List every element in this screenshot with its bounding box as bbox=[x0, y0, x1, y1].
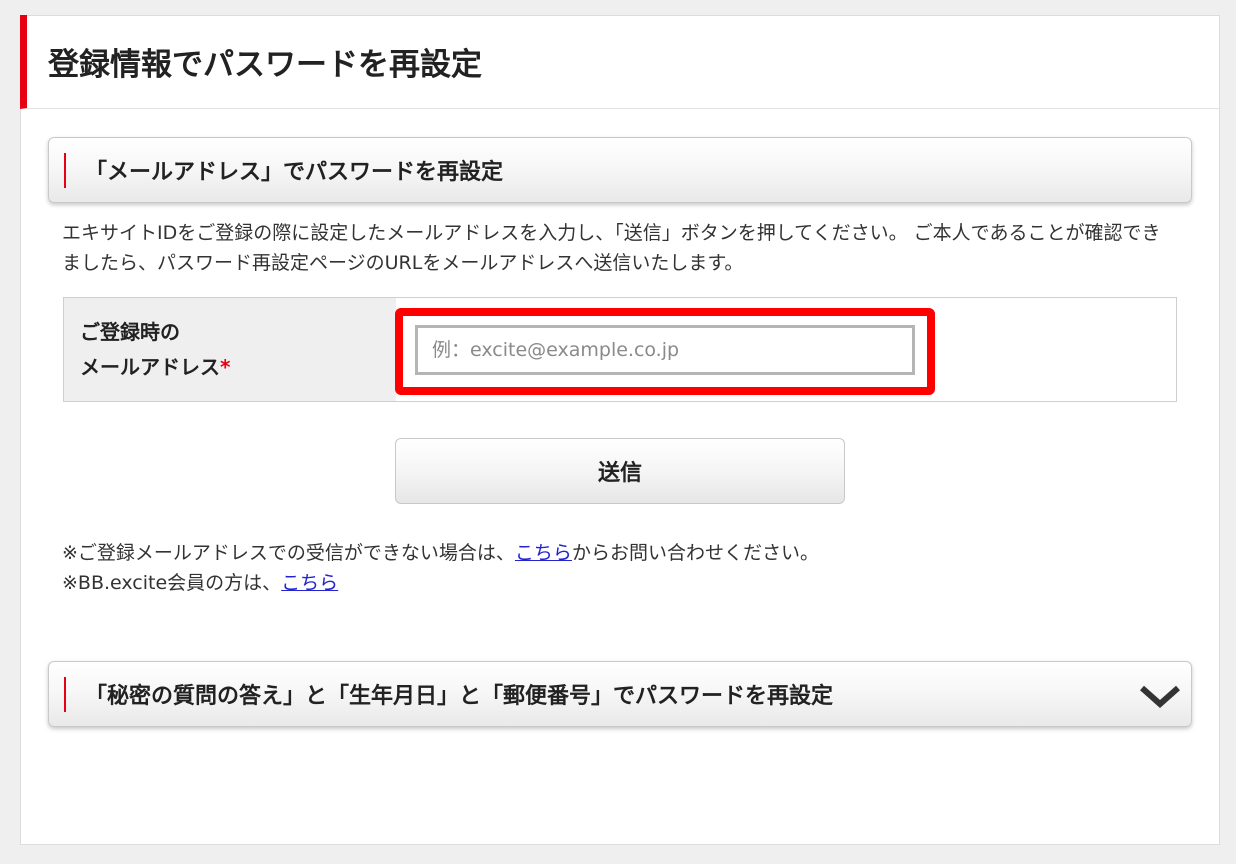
email-input[interactable] bbox=[415, 325, 915, 375]
email-form-table: ご登録時の メールアドレス* bbox=[63, 297, 1177, 402]
password-reset-panel: 登録情報でパスワードを再設定 「メールアドレス」でパスワードを再設定 エキサイト… bbox=[20, 15, 1220, 845]
submit-button[interactable]: 送信 bbox=[395, 438, 845, 504]
note-bb-excite-text: ※BB.excite会員の方は、 bbox=[62, 572, 282, 594]
bb-excite-link[interactable]: こちら bbox=[281, 572, 338, 594]
accordion-secret-title: 「秘密の質問の答え」と「生年月日」と「郵便番号」でパスワードを再設定 bbox=[85, 684, 834, 709]
note-bb-excite: ※BB.excite会員の方は、こちら bbox=[62, 568, 819, 598]
email-input-cell bbox=[395, 298, 1176, 401]
accordion-email-title: 「メールアドレス」でパスワードを再設定 bbox=[85, 160, 504, 185]
accent-marker bbox=[64, 677, 66, 712]
accordion-secret-header[interactable]: 「秘密の質問の答え」と「生年月日」と「郵便番号」でパスワードを再設定 bbox=[48, 661, 1192, 727]
email-field-label: ご登録時の メールアドレス* bbox=[64, 298, 396, 401]
page-title: 登録情報でパスワードを再設定 bbox=[48, 47, 482, 83]
note-contact: ※ご登録メールアドレスでの受信ができない場合は、こちらからお問い合わせください。 bbox=[62, 538, 819, 568]
notes: ※ご登録メールアドレスでの受信ができない場合は、こちらからお問い合わせください。… bbox=[62, 538, 819, 598]
label-text: メールアドレス bbox=[80, 354, 220, 379]
label-line-2: メールアドレス* bbox=[80, 350, 396, 385]
chevron-down-icon[interactable] bbox=[1138, 684, 1182, 708]
note-contact-suffix: からお問い合わせください。 bbox=[571, 542, 819, 564]
label-line-1: ご登録時の bbox=[80, 319, 180, 344]
note-contact-text: ※ご登録メールアドレスでの受信ができない場合は、 bbox=[62, 542, 515, 564]
required-mark: * bbox=[220, 354, 231, 379]
instructions-text: エキサイトIDをご登録の際に設定したメールアドレスを入力し、「送信」ボタンを押し… bbox=[62, 222, 1161, 274]
accent-marker bbox=[64, 153, 66, 188]
page-header: 登録情報でパスワードを再設定 bbox=[20, 15, 1220, 109]
accordion-email-header[interactable]: 「メールアドレス」でパスワードを再設定 bbox=[48, 137, 1192, 203]
contact-link[interactable]: こちら bbox=[515, 542, 572, 564]
